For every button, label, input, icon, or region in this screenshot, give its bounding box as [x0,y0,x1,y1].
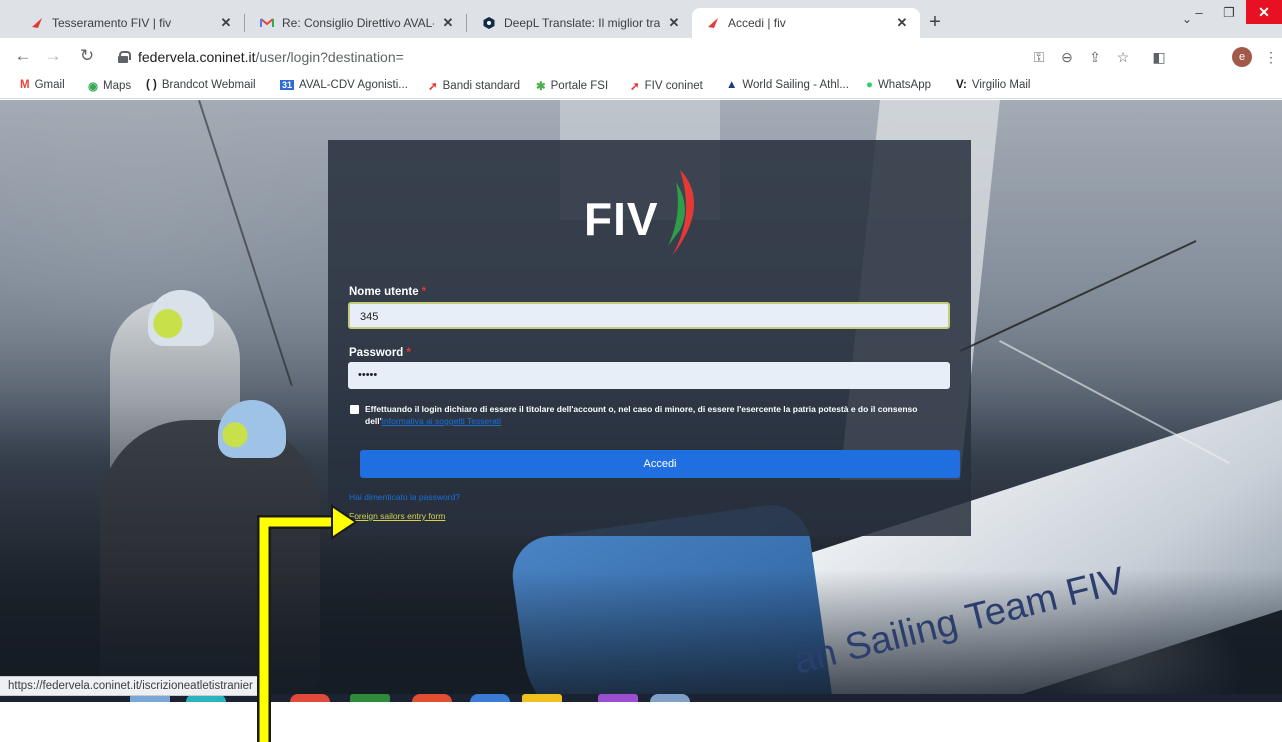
bookmark-fiv-coninet[interactable]: ➚ FIV coninet [630,79,703,93]
whatsapp-icon: ● [866,79,873,91]
fiv-logo-icon: ➚ [428,81,438,93]
consent-checkbox[interactable] [350,405,359,414]
tab-consiglio[interactable]: Re: Consiglio Direttivo AVAL-CDV ✕ [246,8,466,38]
deepl-icon [482,16,496,30]
tab-deepl[interactable]: DeepL Translate: Il miglior tradut ✕ [468,8,692,38]
gmail-icon [260,16,274,30]
bookmark-label: Bandi standard [442,80,521,92]
bookmark-label: Maps [103,80,132,92]
bookmark-bandi[interactable]: ➚ Bandi standard [428,79,520,93]
bookmark-brandcot[interactable]: ( ) Brandcot Webmail [146,79,256,91]
address-bar[interactable]: federvela.coninet.it/user/login?destinat… [104,43,1154,71]
profile-avatar[interactable]: e [1232,47,1252,67]
bookmark-maps[interactable]: ◉ Maps [88,79,131,93]
fiv-logo-icon [30,16,44,30]
fiv-logo: FIV [584,168,714,260]
bookmark-label: Portale FSI [550,80,609,92]
bookmark-label: Brandcot Webmail [161,79,256,91]
bookmark-label: WhatsApp [877,79,932,91]
annotation-arrow [257,504,358,742]
status-url-preview: https://federvela.coninet.it/iscrizionea… [0,676,262,696]
tab-tesseramento[interactable]: Tesseramento FIV | fiv ✕ [16,8,244,38]
browser-window: Tesseramento FIV | fiv ✕ Re: Consiglio D… [0,0,1282,742]
window-close-button[interactable]: ✕ [1246,0,1282,24]
login-page: an Sailing Team FIV FIV Nome utente * 345… [0,100,1282,700]
taskbar-app-icon[interactable] [650,694,690,702]
username-label: Nome utente * [349,286,426,298]
fiv-logo-icon [706,16,720,30]
password-label: Password * [349,347,411,359]
side-panel-icon[interactable]: ◧ [1150,49,1168,67]
maps-icon: ◉ [88,81,99,93]
password-label-text: Password [349,347,404,359]
consent-text: Effettuando il login dichiaro di essere … [365,403,925,427]
close-tab-icon[interactable]: ✕ [440,15,456,31]
forward-arrow-icon[interactable]: → [42,46,64,68]
close-tab-icon[interactable]: ✕ [666,15,682,31]
bookmark-virgilio[interactable]: V: Virgilio Mail [956,79,1030,91]
brackets-icon: ( ) [146,79,157,91]
username-input[interactable]: 345 [348,302,950,329]
tab-separator [244,14,245,32]
bookmark-label: Gmail [34,79,65,91]
minimize-icon[interactable]: – [1184,0,1214,28]
username-label-text: Nome utente [349,286,419,298]
tab-strip: Tesseramento FIV | fiv ✕ Re: Consiglio D… [0,0,1282,38]
virgilio-icon: V: [956,79,967,91]
menu-icon[interactable]: ⋮ [1262,49,1280,67]
taskbar-app-icon[interactable] [598,694,638,702]
tab-title: Tesseramento FIV | fiv [52,16,172,30]
restore-icon[interactable]: ❐ [1214,0,1244,28]
close-tab-icon[interactable]: ✕ [218,15,234,31]
login-panel: FIV Nome utente * 345 Password * ••••• Eff… [328,140,971,536]
bookmark-label: AVAL-CDV Agonisti... [299,79,408,91]
required-mark: * [406,347,411,359]
bookmark-label: World Sailing - Athl... [742,79,849,91]
logo-text: FIV [584,193,659,245]
back-arrow-icon[interactable]: ← [12,46,34,68]
forgot-password-link[interactable]: Hai dimenticato la password? [349,492,460,502]
new-tab-button[interactable]: + [924,12,946,34]
required-mark: * [421,286,427,298]
bookmark-world-sailing[interactable]: ▲ World Sailing - Athl... [726,79,849,91]
fiv-logo-icon: ➚ [630,81,640,93]
url-text: federvela.coninet.it/user/login?destinat… [138,49,404,65]
foreign-sailors-link[interactable]: Foreign sailors entry form [349,511,445,521]
key-icon[interactable]: ⚿ [1030,49,1048,67]
tab-separator [466,14,467,32]
gmail-icon: M [20,79,30,91]
calendar-icon: 31 [280,80,295,90]
fsi-icon: ✱ [536,81,546,93]
bookmark-fsi[interactable]: ✱ Portale FSI [536,79,608,93]
taskbar-app-icon[interactable] [412,694,452,702]
taskbar-app-icon[interactable] [470,694,510,702]
reload-icon[interactable]: ↻ [76,46,98,68]
password-input[interactable]: ••••• [348,362,950,389]
bookmark-label: FIV coninet [644,80,703,92]
bookmarks-bar: M Gmail ◉ Maps ( ) Brandcot Webmail 31 AVAL-… [0,75,1282,99]
bookmark-label: Virgilio Mail [971,79,1031,91]
bookmark-aval[interactable]: 31 AVAL-CDV Agonisti... [280,79,408,91]
browser-toolbar: ← → ↻ federvela.coninet.it/user/login?de… [0,38,1282,75]
bookmark-gmail[interactable]: M Gmail [20,79,65,91]
accedi-button[interactable]: Accedi [360,450,960,478]
url-domain: federvela.coninet.it [138,49,256,65]
tab-title: DeepL Translate: Il miglior tradut [504,16,660,30]
world-sailing-icon: ▲ [726,79,738,91]
close-tab-icon[interactable]: ✕ [894,15,910,31]
url-path: /user/login?destination= [255,49,404,65]
consent-link[interactable]: Informativa ai soggetti Tesserati [382,416,501,426]
bookmark-whatsapp[interactable]: ● WhatsApp [866,79,931,91]
star-icon[interactable]: ☆ [1114,49,1132,67]
tab-title: Re: Consiglio Direttivo AVAL-CDV [282,16,434,30]
tab-accedi[interactable]: Accedi | fiv ✕ [692,8,920,38]
lock-icon [118,51,131,63]
logo-swoosh-icon [668,170,695,256]
tab-title: Accedi | fiv [728,16,786,30]
zoom-icon[interactable]: ⊖ [1058,49,1076,67]
share-icon[interactable]: ⇪ [1086,49,1104,67]
taskbar-app-icon[interactable] [522,694,562,702]
